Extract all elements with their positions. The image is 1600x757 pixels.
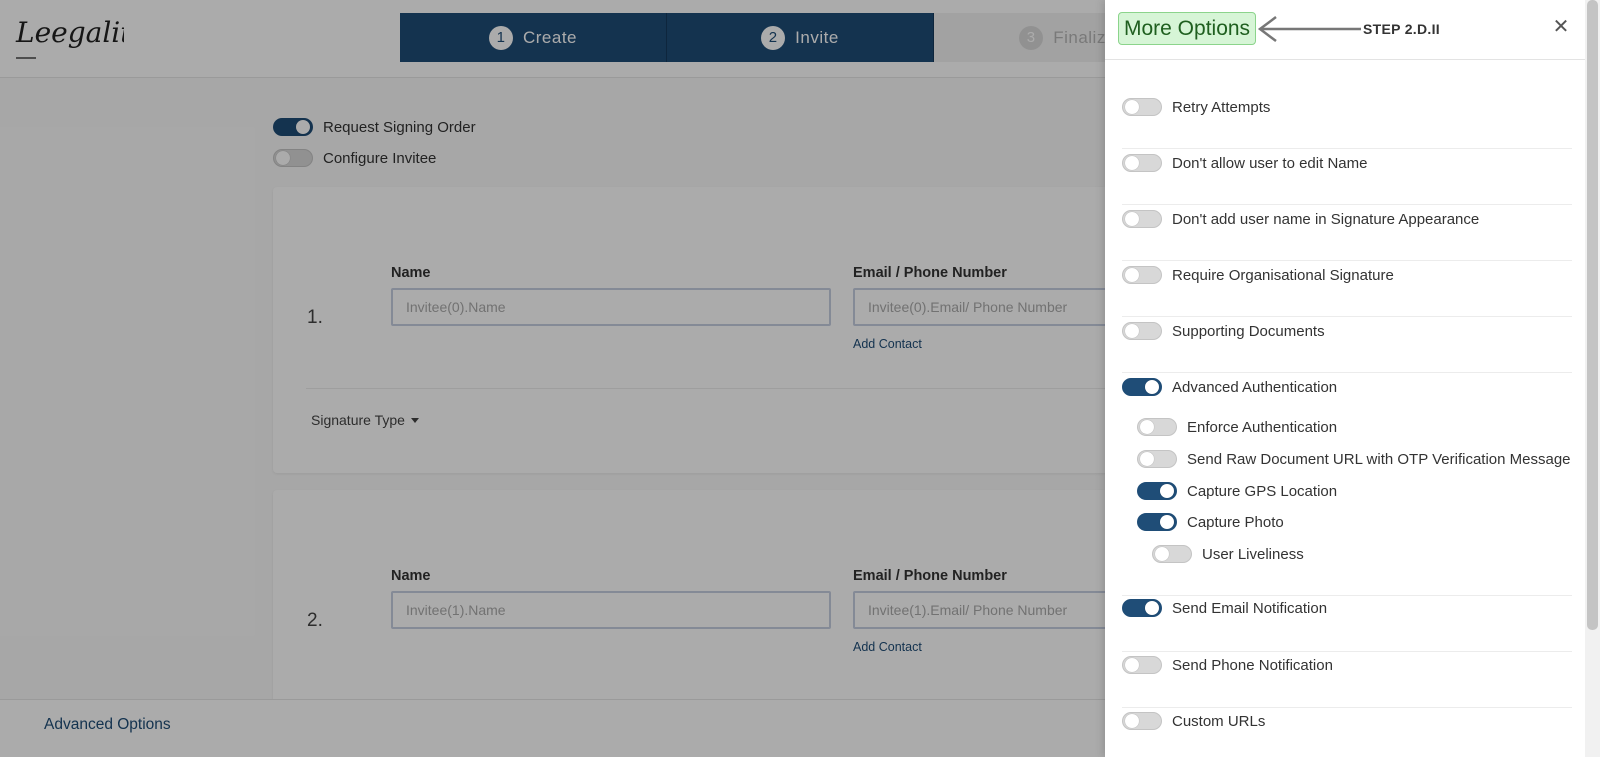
- send-phone-notification-toggle[interactable]: [1122, 656, 1162, 674]
- option-capture-gps-location: Capture GPS Location: [1137, 482, 1337, 500]
- option-label: Don't add user name in Signature Appeara…: [1172, 210, 1480, 228]
- option-divider: [1122, 372, 1572, 373]
- close-icon[interactable]: ✕: [1551, 17, 1571, 37]
- option-label: Require Organisational Signature: [1172, 266, 1394, 284]
- step-annotation: STEP 2.D.II: [1363, 21, 1440, 37]
- option-label: Don't allow user to edit Name: [1172, 154, 1368, 172]
- panel-title: More Options: [1118, 12, 1257, 45]
- option-capture-photo: Capture Photo: [1137, 513, 1284, 531]
- option-label: Supporting Documents: [1172, 322, 1325, 340]
- option-don-t-allow-user-to-edit-name: Don't allow user to edit Name: [1122, 154, 1367, 172]
- option-send-phone-notification: Send Phone Notification: [1122, 656, 1333, 674]
- option-divider: [1122, 148, 1572, 149]
- option-label: Enforce Authentication: [1187, 418, 1338, 436]
- option-label: User Liveliness: [1202, 545, 1304, 563]
- option-label: Capture GPS Location: [1187, 482, 1338, 500]
- option-label: Send Phone Notification: [1172, 656, 1333, 674]
- option-divider: [1122, 651, 1572, 652]
- option-require-organisational-signature: Require Organisational Signature: [1122, 266, 1394, 284]
- option-send-raw-document-url-with-otp-verification-message: Send Raw Document URL with OTP Verificat…: [1137, 450, 1571, 468]
- option-user-liveliness: User Liveliness: [1152, 545, 1304, 563]
- option-divider: [1122, 707, 1572, 708]
- retry-attempts-toggle[interactable]: [1122, 98, 1162, 116]
- option-enforce-authentication: Enforce Authentication: [1137, 418, 1337, 436]
- option-label: Capture Photo: [1187, 513, 1284, 531]
- option-custom-urls: Custom URLs: [1122, 712, 1265, 730]
- option-label: Custom URLs: [1172, 712, 1266, 730]
- option-advanced-authentication: Advanced Authentication: [1122, 378, 1337, 396]
- custom-urls-toggle[interactable]: [1122, 712, 1162, 730]
- enforce-authentication-toggle[interactable]: [1137, 418, 1177, 436]
- panel-header: More Options STEP 2.D.II ✕: [1105, 0, 1585, 60]
- option-label: Send Email Notification: [1172, 599, 1328, 617]
- option-label: Send Raw Document URL with OTP Verificat…: [1187, 450, 1571, 468]
- scrollbar[interactable]: [1585, 0, 1600, 757]
- option-divider: [1122, 595, 1572, 596]
- option-divider: [1122, 260, 1572, 261]
- option-divider: [1122, 204, 1572, 205]
- don-t-add-user-name-in-signature-appearance-toggle[interactable]: [1122, 210, 1162, 228]
- scrollbar-thumb[interactable]: [1587, 0, 1598, 630]
- capture-photo-toggle[interactable]: [1137, 513, 1177, 531]
- capture-gps-location-toggle[interactable]: [1137, 482, 1177, 500]
- send-email-notification-toggle[interactable]: [1122, 599, 1162, 617]
- option-send-email-notification: Send Email Notification: [1122, 599, 1327, 617]
- option-don-t-add-user-name-in-signature-appearance: Don't add user name in Signature Appeara…: [1122, 210, 1479, 228]
- advanced-authentication-toggle[interactable]: [1122, 378, 1162, 396]
- don-t-allow-user-to-edit-name-toggle[interactable]: [1122, 154, 1162, 172]
- send-raw-document-url-with-otp-verification-message-toggle[interactable]: [1137, 450, 1177, 468]
- option-divider: [1122, 316, 1572, 317]
- option-supporting-documents: Supporting Documents: [1122, 322, 1325, 340]
- option-retry-attempts: Retry Attempts: [1122, 98, 1270, 116]
- require-organisational-signature-toggle[interactable]: [1122, 266, 1162, 284]
- more-options-panel: More Options STEP 2.D.II ✕ Retry Attempt…: [1105, 0, 1585, 757]
- user-liveliness-toggle[interactable]: [1152, 545, 1192, 563]
- option-label: Retry Attempts: [1172, 98, 1271, 116]
- option-label: Advanced Authentication: [1172, 378, 1338, 396]
- supporting-documents-toggle[interactable]: [1122, 322, 1162, 340]
